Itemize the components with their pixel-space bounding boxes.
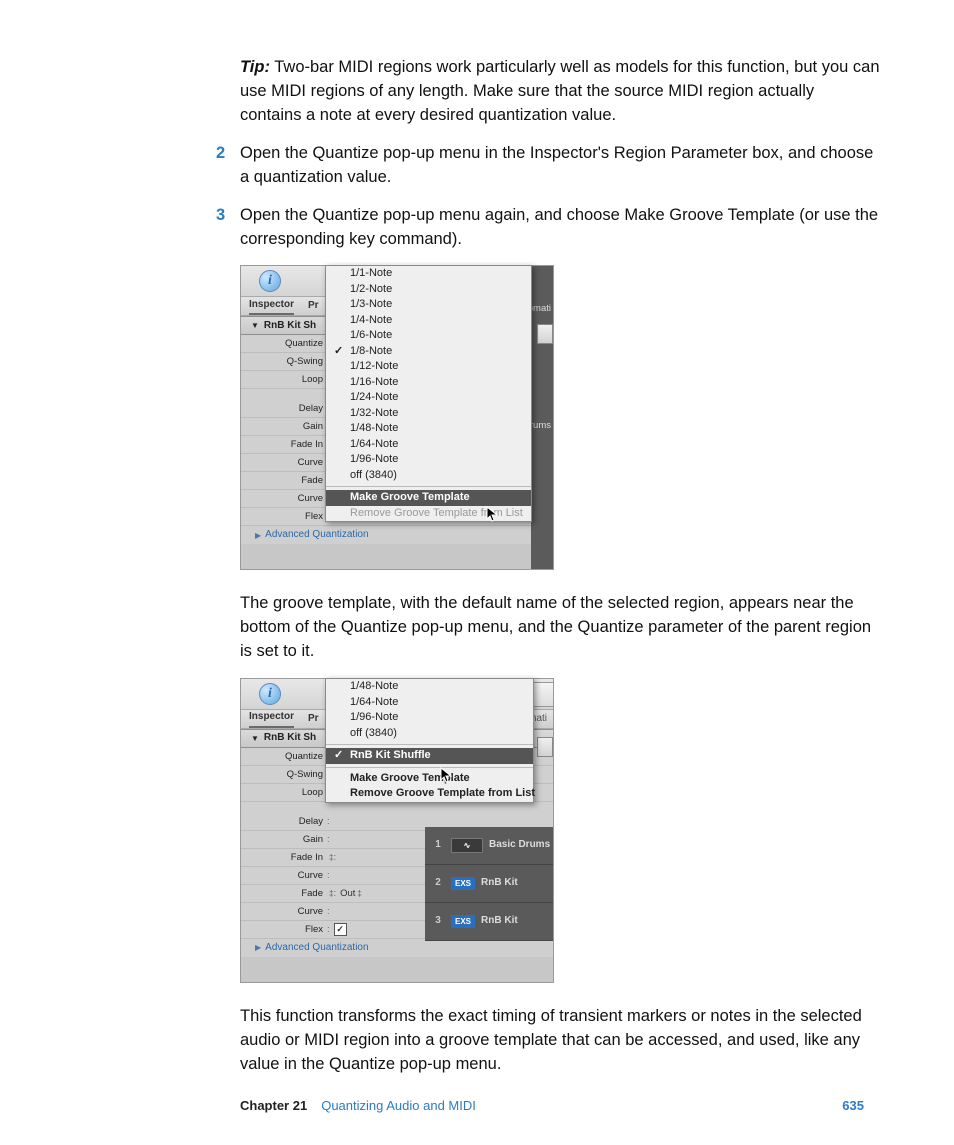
menu-item[interactable]: 1/3-Note [326, 297, 531, 313]
param-gain[interactable]: Gain [241, 833, 327, 847]
figure-1: i Inspector Pr ▼ RnB Kit Sh Quantize Q-S… [240, 265, 880, 570]
menu-item[interactable]: 1/64-Note [326, 437, 531, 453]
menu-item-groove-template[interactable]: RnB Kit Shuffle [326, 748, 533, 764]
param-fade[interactable]: Fade [241, 887, 327, 901]
menu-item[interactable]: 1/4-Note [326, 313, 531, 329]
menu-item-remove-groove-template[interactable]: Remove Groove Template from List [326, 786, 533, 802]
page-footer: Chapter 21 Quantizing Audio and MIDI 635 [90, 1098, 864, 1113]
track-number: 1 [431, 838, 445, 853]
param-delay[interactable]: Delay [241, 815, 327, 829]
track-row[interactable]: 2 EXS RnB Kit [425, 865, 553, 903]
step-text: Open the Quantize pop-up menu in the Ins… [240, 144, 873, 186]
toolbar-button[interactable] [537, 324, 553, 344]
info-icon[interactable]: i [259, 683, 281, 705]
menu-item[interactable]: 1/64-Note [326, 695, 533, 711]
menu-item[interactable]: 1/2-Note [326, 282, 531, 298]
menu-item[interactable]: 1/48-Note [326, 679, 533, 695]
menu-item[interactable]: 1/6-Note [326, 328, 531, 344]
param-flex[interactable]: Flex [241, 923, 327, 937]
param-curve[interactable]: Curve [241, 456, 327, 470]
menu-item[interactable]: 1/1-Note [326, 266, 531, 282]
step-text: Open the Quantize pop-up menu again, and… [240, 206, 878, 248]
waveform-icon: ∿ [451, 838, 483, 853]
menu-separator [326, 767, 533, 768]
param-curve[interactable]: Curve [241, 869, 327, 883]
disclosure-triangle-icon[interactable]: ▼ [251, 733, 259, 745]
param-fade-value[interactable]: Out [336, 887, 355, 901]
track-row[interactable]: 3 EXS RnB Kit [425, 903, 553, 941]
advanced-quantization[interactable]: ▶ Advanced Quantization [241, 526, 553, 544]
footer-title: Quantizing Audio and MIDI [321, 1098, 476, 1113]
param-quantize[interactable]: Quantize [241, 750, 327, 764]
quantize-popup-menu[interactable]: 1/48-Note 1/64-Note 1/96-Note off (3840)… [325, 678, 534, 803]
param-flex[interactable]: Flex [241, 510, 327, 524]
menu-item[interactable]: 1/96-Note [326, 710, 533, 726]
info-icon[interactable]: i [259, 270, 281, 292]
disclosure-triangle-icon[interactable]: ▼ [251, 320, 259, 332]
menu-item[interactable]: 1/24-Note [326, 390, 531, 406]
disclosure-triangle-icon[interactable]: ▶ [255, 530, 261, 542]
track-list: 1 ∿ Basic Drums 2 EXS RnB Kit 3 EXS RnB … [425, 827, 553, 941]
menu-item-make-groove-template[interactable]: Make Groove Template [326, 490, 531, 506]
menu-item[interactable]: 1/96-Note [326, 452, 531, 468]
menu-separator [326, 486, 531, 487]
tip-text: Two-bar MIDI regions work particularly w… [240, 58, 880, 124]
menu-separator [326, 744, 533, 745]
menu-item[interactable]: 1/32-Note [326, 406, 531, 422]
toolbar-button[interactable] [537, 737, 553, 757]
param-fadein[interactable]: Fade In [241, 851, 327, 865]
menu-item[interactable]: 1/48-Note [326, 421, 531, 437]
param-qswing[interactable]: Q-Swing [241, 355, 327, 369]
quantize-popup-menu[interactable]: 1/1-Note 1/2-Note 1/3-Note 1/4-Note 1/6-… [325, 265, 532, 522]
param-fade[interactable]: Fade [241, 474, 327, 488]
menu-item[interactable]: 1/16-Note [326, 375, 531, 391]
track-name: RnB Kit [481, 914, 518, 929]
param-fadein[interactable]: Fade In [241, 438, 327, 452]
step-2: 2 Open the Quantize pop-up menu in the I… [240, 142, 880, 190]
param-delay[interactable]: Delay [241, 402, 327, 416]
track-area-partial: omati rums [531, 266, 553, 569]
instrument-badge: EXS [451, 877, 475, 890]
paragraph-after-fig2: This function transforms the exact timin… [240, 1005, 880, 1077]
track-row[interactable]: 1 ∿ Basic Drums [425, 827, 553, 865]
track-number: 3 [431, 914, 445, 929]
param-curve2[interactable]: Curve [241, 905, 327, 919]
param-quantize[interactable]: Quantize [241, 337, 327, 351]
text-partial: rums [530, 419, 551, 433]
footer-page-number: 635 [842, 1098, 864, 1113]
menu-item[interactable]: off (3840) [326, 468, 531, 484]
instrument-badge: EXS [451, 915, 475, 928]
step-number: 3 [216, 204, 225, 228]
disclosure-triangle-icon[interactable]: ▶ [255, 942, 261, 954]
param-curve2[interactable]: Curve [241, 492, 327, 506]
stepper-icon[interactable]: ‡ [357, 888, 361, 900]
param-loop[interactable]: Loop [241, 373, 327, 387]
tab-preferences[interactable]: Pr [308, 299, 319, 314]
paragraph-after-fig1: The groove template, with the default na… [240, 592, 880, 664]
track-number: 2 [431, 876, 445, 891]
param-qswing[interactable]: Q-Swing [241, 768, 327, 782]
step-number: 2 [216, 142, 225, 166]
menu-item[interactable]: off (3840) [326, 726, 533, 742]
menu-item[interactable]: 1/12-Note [326, 359, 531, 375]
region-name: RnB Kit Sh [264, 731, 316, 746]
menu-item-checked[interactable]: 1/8-Note [326, 344, 531, 360]
advanced-quantization[interactable]: ▶ Advanced Quantization [241, 939, 553, 957]
tab-preferences[interactable]: Pr [308, 712, 319, 727]
param-gain[interactable]: Gain [241, 420, 327, 434]
param-loop[interactable]: Loop [241, 786, 327, 800]
flex-checkbox[interactable]: ✓ [334, 923, 347, 936]
track-name: Basic Drums [489, 838, 550, 853]
tip-label: Tip: [240, 58, 270, 76]
tip-paragraph: Tip: Two-bar MIDI regions work particula… [240, 56, 880, 128]
step-3: 3 Open the Quantize pop-up menu again, a… [240, 204, 880, 252]
footer-chapter: Chapter 21 [240, 1098, 307, 1113]
menu-item-make-groove-template[interactable]: Make Groove Template [326, 771, 533, 787]
tab-inspector[interactable]: Inspector [249, 298, 294, 316]
tab-inspector[interactable]: Inspector [249, 710, 294, 728]
menu-item-remove-groove-template: Remove Groove Template from List [326, 506, 531, 522]
track-name: RnB Kit [481, 876, 518, 891]
region-name: RnB Kit Sh [264, 319, 316, 334]
figure-2: i Inspector Pr omati ▼ RnB Kit Sh Quanti… [240, 678, 880, 983]
